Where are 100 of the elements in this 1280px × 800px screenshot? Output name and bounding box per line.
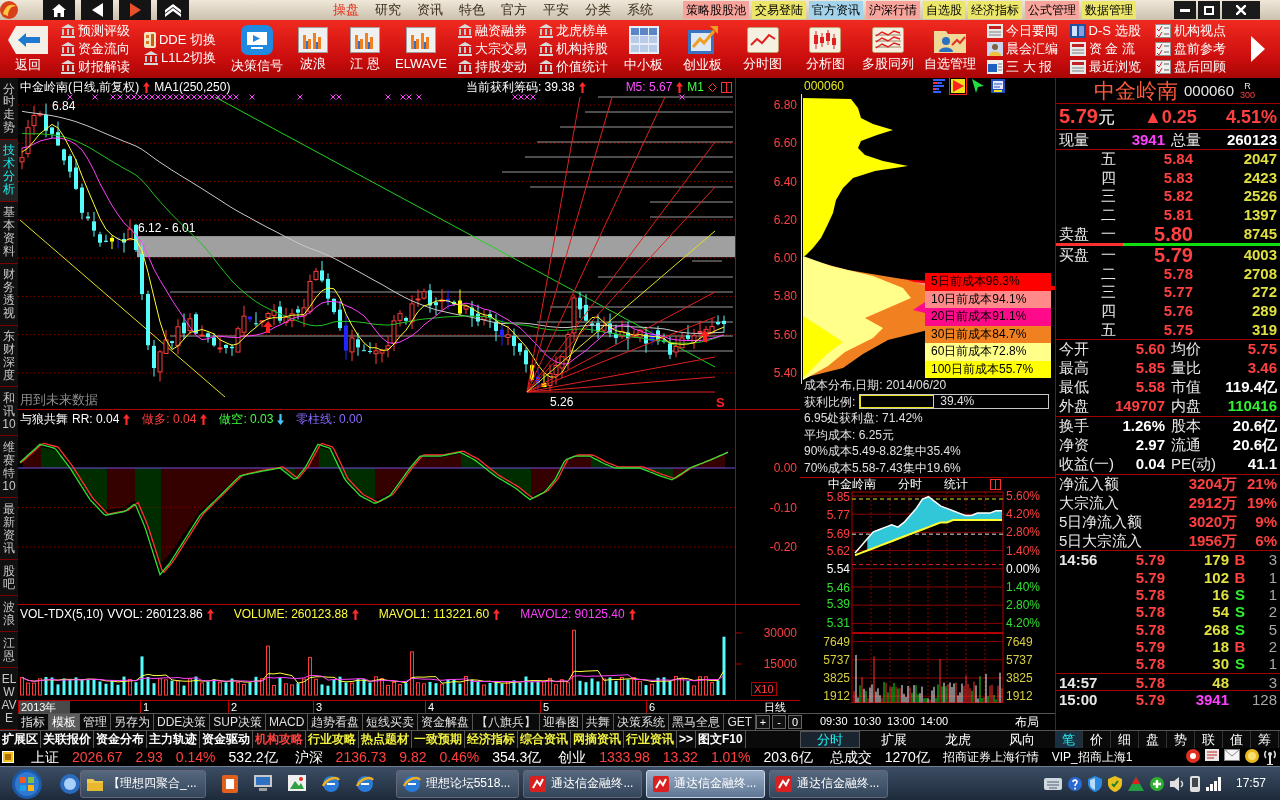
side-tab[interactable]: 基本资料 [0,201,18,264]
extension-tab[interactable]: 机构攻略 [253,731,306,748]
zoom-button[interactable]: - [772,715,787,729]
side-tab[interactable]: 最新资讯 [0,498,18,561]
quick-tab[interactable]: 官方资讯 [809,1,863,19]
template-tab[interactable]: 另存为 [111,714,154,730]
image-icon[interactable] [287,774,306,791]
taskbar-button[interactable]: 通达信金融终... [769,769,889,798]
side-tab[interactable]: 和讯10 [0,387,18,437]
shield-icon[interactable] [1087,775,1102,792]
toolbar-link[interactable]: 龙虎榜单 [539,22,608,40]
template-tab[interactable]: 模板 [49,714,80,730]
taskbar-button[interactable]: 理想论坛5518... [395,769,520,798]
panel-toggle-icon[interactable] [990,479,1001,490]
toolbar-button[interactable]: 分析图 [803,25,847,73]
toolbar-button[interactable]: 决策信号 [228,23,285,75]
menu-tab[interactable]: 分类 [577,0,619,20]
quick-tab[interactable]: 数据管理 [1082,1,1136,19]
quick-tab[interactable]: 交易登陆 [752,1,806,19]
template-tab[interactable]: 管理 [80,714,111,730]
toolbar-link[interactable]: 机构持股 [539,40,608,58]
view-tab[interactable]: 分时 [800,731,860,748]
side-tab[interactable]: 波浪 [0,596,18,633]
toolbar-link[interactable]: 资金流向 [60,40,130,58]
toolbar-button[interactable]: 创业板 [681,24,724,74]
start-button-icon[interactable] [12,768,42,799]
record-icon[interactable] [1186,749,1200,763]
plus-icon[interactable] [1149,776,1164,791]
toolbar-link[interactable]: 机构视点 [1154,22,1226,40]
extension-tab[interactable]: 关联报价 [41,731,94,748]
toolbar-link[interactable]: L1L2切换 [143,49,217,67]
coin-icon[interactable] [1245,749,1259,763]
scroll-right-icon[interactable] [1250,36,1265,62]
template-tab[interactable]: MACD [266,714,309,730]
side-tab[interactable]: 技术分析 [0,139,18,202]
toolbar-button[interactable]: 分时图 [741,25,784,73]
mail-icon[interactable] [1224,749,1240,761]
toolbar-button[interactable]: 自选管理 [922,25,978,73]
browser-icon[interactable] [355,774,374,793]
toolbar-link[interactable]: 最近浏览 [1069,58,1141,76]
toolbar-link[interactable]: 大宗交易 [458,40,527,58]
side-tab[interactable]: 股吧 [0,560,18,597]
extension-tab[interactable]: 主力轨迹 [147,731,200,748]
collapse-button[interactable] [157,0,189,20]
template-tab[interactable]: SUP决策 [210,714,267,730]
phone-icon[interactable] [1189,775,1200,792]
back-button[interactable]: 返回 [5,24,50,74]
close-button[interactable] [1222,1,1260,19]
menu-tab[interactable]: 平安 [535,0,577,20]
extension-tab[interactable]: 一致预期 [412,731,465,748]
antenna-icon[interactable] [1264,749,1276,765]
side-tab[interactable]: 分时走势 [0,78,18,140]
minimize-button[interactable] [1174,1,1196,19]
menu-tab[interactable]: 特色 [451,0,493,20]
zoom-button[interactable]: 0 [788,715,803,729]
extension-tab[interactable]: 资金驱动 [200,731,253,748]
taskbar-button[interactable]: 通达信金融终... [523,769,643,798]
layout-button[interactable]: 布局 [1013,714,1041,730]
menu-tab[interactable]: 资讯 [409,0,451,20]
signal-icon[interactable] [1205,776,1222,791]
toolbar-button[interactable]: 江 恩 [348,25,382,73]
quick-tab[interactable]: 策略股股池 [683,1,749,19]
toolbar-link[interactable]: 预测评级 [60,22,130,40]
extension-tab[interactable]: 资金分布 [94,731,147,748]
extension-tab[interactable]: 图文F10 [696,731,746,748]
template-tab[interactable]: 短线买卖 [363,714,419,730]
template-tab[interactable]: 资金解盘 [418,714,474,730]
toolbar-link[interactable]: 财报解读 [60,58,130,76]
help-icon[interactable] [1067,776,1082,791]
quick-tab[interactable]: 沪深行情 [866,1,920,19]
back-button[interactable] [81,0,113,20]
toolbar-button[interactable]: 波浪 [296,25,330,73]
maximize-button[interactable] [1198,1,1220,19]
home-button[interactable] [43,0,75,20]
extension-tab[interactable]: 网摘资讯 [571,731,624,748]
quick-tab[interactable]: 公式管理 [1025,1,1079,19]
side-tab[interactable]: 财务透视 [0,263,18,326]
toolbar-link[interactable]: DDE 切换 [143,31,217,49]
toolbar-link[interactable]: 持股变动 [458,58,527,76]
extension-tab[interactable]: 行业资讯 [624,731,677,748]
template-tab[interactable]: 【八旗兵】 [473,714,541,730]
chart-tab[interactable]: 分时 [898,478,922,491]
chip-tool-button[interactable] [989,78,1007,95]
extension-tab[interactable]: 热点题材 [359,731,412,748]
menu-tab[interactable]: 系统 [619,0,661,20]
toolbar-button[interactable]: ELWAVE [393,25,449,73]
toolbar-link[interactable]: D-S 选股 [1069,22,1141,40]
template-tab[interactable]: 决策系统 [614,714,670,730]
extension-tab[interactable]: 扩展区 [0,731,41,748]
toolbar-link[interactable]: 资 金 流 [1069,40,1141,58]
circle-app-icon[interactable] [60,773,80,794]
extension-tab[interactable]: >> [677,731,696,748]
extension-tab[interactable]: 行业攻略 [306,731,359,748]
toolbar-button[interactable]: 多股同列 [859,25,916,73]
toolbar-link[interactable]: 盘后回顾 [1154,58,1226,76]
toolbar-link[interactable]: 盘前参考 [1154,40,1226,58]
extension-tab[interactable]: 经济指标 [465,731,518,748]
panel-toggle-icon[interactable] [721,81,732,93]
zoom-button[interactable]: + [756,715,771,729]
side-tab[interactable]: 维赛特10 [0,436,18,499]
